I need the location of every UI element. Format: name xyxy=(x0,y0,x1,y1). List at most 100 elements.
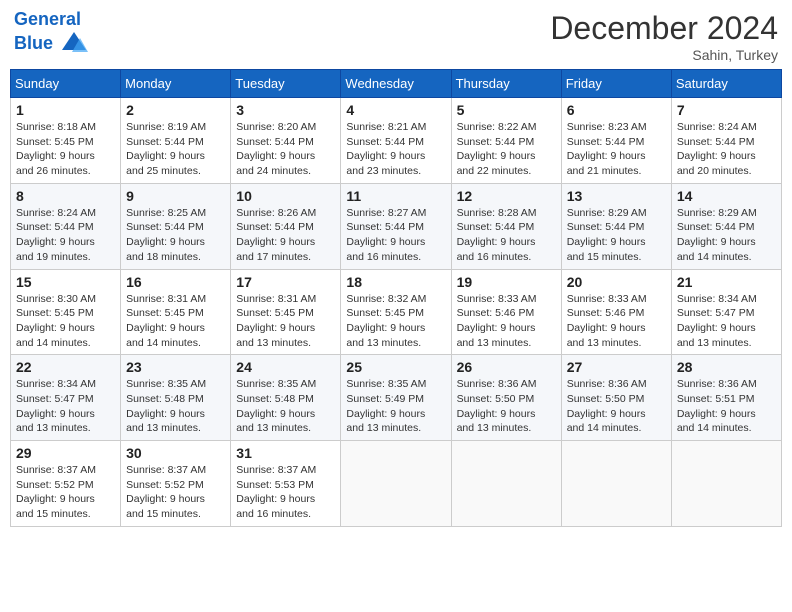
day-info: Sunrise: 8:37 AM Sunset: 5:53 PM Dayligh… xyxy=(236,463,335,522)
day-info: Sunrise: 8:37 AM Sunset: 5:52 PM Dayligh… xyxy=(16,463,115,522)
day-info: Sunrise: 8:23 AM Sunset: 5:44 PM Dayligh… xyxy=(567,120,666,179)
day-number: 17 xyxy=(236,274,335,290)
weekday-header-wednesday: Wednesday xyxy=(341,70,451,98)
day-number: 22 xyxy=(16,359,115,375)
day-number: 31 xyxy=(236,445,335,461)
calendar-cell-14: 14 Sunrise: 8:29 AM Sunset: 5:44 PM Dayli… xyxy=(671,183,781,269)
calendar-cell-17: 17Sunrise: 8:31 AM Sunset: 5:45 PM Dayli… xyxy=(231,269,341,355)
day-number: 26 xyxy=(457,359,556,375)
weekday-header-tuesday: Tuesday xyxy=(231,70,341,98)
day-number: 9 xyxy=(126,188,225,204)
calendar-cell-21: 21Sunrise: 8:34 AM Sunset: 5:47 PM Dayli… xyxy=(671,269,781,355)
calendar-cell-15: 15 Sunrise: 8:30 AM Sunset: 5:45 PM Dayli… xyxy=(11,269,121,355)
day-info: Sunrise: 8:34 AM Sunset: 5:47 PM Dayligh… xyxy=(16,377,115,436)
day-info: Sunrise: 8:26 AM Sunset: 5:44 PM Dayligh… xyxy=(236,206,335,265)
calendar-cell-29: 29 Sunrise: 8:37 AM Sunset: 5:52 PM Dayli… xyxy=(11,441,121,527)
day-info: Sunrise: 8:19 AM Sunset: 5:44 PM Dayligh… xyxy=(126,120,225,179)
calendar-cell-13: 13 Sunrise: 8:29 AM Sunset: 5:44 PM Dayli… xyxy=(561,183,671,269)
calendar-cell-11: 11Sunrise: 8:27 AM Sunset: 5:44 PM Dayli… xyxy=(341,183,451,269)
day-number: 30 xyxy=(126,445,225,461)
header: General Blue December 2024 Sahin, Turkey xyxy=(10,10,782,63)
day-number: 20 xyxy=(567,274,666,290)
day-info: Sunrise: 8:32 AM Sunset: 5:45 PM Dayligh… xyxy=(346,292,445,351)
calendar-cell-1: 1 Sunrise: 8:18 AM Sunset: 5:45 PM Daylig… xyxy=(11,98,121,184)
weekday-header-saturday: Saturday xyxy=(671,70,781,98)
calendar-week-3: 15 Sunrise: 8:30 AM Sunset: 5:45 PM Dayli… xyxy=(11,269,782,355)
weekday-header-sunday: Sunday xyxy=(11,70,121,98)
day-number: 14 xyxy=(677,188,776,204)
day-number: 2 xyxy=(126,102,225,118)
day-info: Sunrise: 8:29 AM Sunset: 5:44 PM Dayligh… xyxy=(677,206,776,265)
month-title: December 2024 xyxy=(550,10,778,47)
day-number: 29 xyxy=(16,445,115,461)
calendar-cell-10: 10 Sunrise: 8:26 AM Sunset: 5:44 PM Dayli… xyxy=(231,183,341,269)
day-number: 5 xyxy=(457,102,556,118)
title-section: December 2024 Sahin, Turkey xyxy=(550,10,778,63)
calendar-cell-9: 9Sunrise: 8:25 AM Sunset: 5:44 PM Daylig… xyxy=(121,183,231,269)
empty-cell xyxy=(341,441,451,527)
day-info: Sunrise: 8:33 AM Sunset: 5:46 PM Dayligh… xyxy=(457,292,556,351)
calendar-week-5: 29 Sunrise: 8:37 AM Sunset: 5:52 PM Dayli… xyxy=(11,441,782,527)
calendar-week-4: 22 Sunrise: 8:34 AM Sunset: 5:47 PM Dayli… xyxy=(11,355,782,441)
day-info: Sunrise: 8:24 AM Sunset: 5:44 PM Dayligh… xyxy=(677,120,776,179)
calendar-cell-4: 4 Sunrise: 8:21 AM Sunset: 5:44 PM Daylig… xyxy=(341,98,451,184)
day-info: Sunrise: 8:30 AM Sunset: 5:45 PM Dayligh… xyxy=(16,292,115,351)
day-number: 4 xyxy=(346,102,445,118)
day-number: 18 xyxy=(346,274,445,290)
day-info: Sunrise: 8:37 AM Sunset: 5:52 PM Dayligh… xyxy=(126,463,225,522)
calendar-cell-26: 26 Sunrise: 8:36 AM Sunset: 5:50 PM Dayli… xyxy=(451,355,561,441)
calendar-cell-2: 2 Sunrise: 8:19 AM Sunset: 5:44 PM Daylig… xyxy=(121,98,231,184)
calendar-cell-28: 28 Sunrise: 8:36 AM Sunset: 5:51 PM Dayli… xyxy=(671,355,781,441)
day-number: 15 xyxy=(16,274,115,290)
day-number: 11 xyxy=(346,188,445,204)
calendar-cell-6: 6 Sunrise: 8:23 AM Sunset: 5:44 PM Daylig… xyxy=(561,98,671,184)
calendar-week-2: 8 Sunrise: 8:24 AM Sunset: 5:44 PM Daylig… xyxy=(11,183,782,269)
day-number: 23 xyxy=(126,359,225,375)
calendar-cell-24: 24Sunrise: 8:35 AM Sunset: 5:48 PM Dayli… xyxy=(231,355,341,441)
day-number: 3 xyxy=(236,102,335,118)
day-number: 7 xyxy=(677,102,776,118)
day-info: Sunrise: 8:22 AM Sunset: 5:44 PM Dayligh… xyxy=(457,120,556,179)
empty-cell xyxy=(671,441,781,527)
weekday-header-thursday: Thursday xyxy=(451,70,561,98)
day-info: Sunrise: 8:29 AM Sunset: 5:44 PM Dayligh… xyxy=(567,206,666,265)
calendar-cell-5: 5 Sunrise: 8:22 AM Sunset: 5:44 PM Daylig… xyxy=(451,98,561,184)
day-number: 13 xyxy=(567,188,666,204)
empty-cell xyxy=(561,441,671,527)
day-number: 27 xyxy=(567,359,666,375)
day-number: 6 xyxy=(567,102,666,118)
weekday-header-friday: Friday xyxy=(561,70,671,98)
day-number: 10 xyxy=(236,188,335,204)
day-info: Sunrise: 8:21 AM Sunset: 5:44 PM Dayligh… xyxy=(346,120,445,179)
weekday-header-monday: Monday xyxy=(121,70,231,98)
day-number: 25 xyxy=(346,359,445,375)
calendar-cell-3: 3 Sunrise: 8:20 AM Sunset: 5:44 PM Daylig… xyxy=(231,98,341,184)
calendar-cell-22: 22 Sunrise: 8:34 AM Sunset: 5:47 PM Dayli… xyxy=(11,355,121,441)
day-number: 28 xyxy=(677,359,776,375)
calendar-cell-19: 19Sunrise: 8:33 AM Sunset: 5:46 PM Dayli… xyxy=(451,269,561,355)
day-info: Sunrise: 8:36 AM Sunset: 5:50 PM Dayligh… xyxy=(457,377,556,436)
day-info: Sunrise: 8:28 AM Sunset: 5:44 PM Dayligh… xyxy=(457,206,556,265)
day-info: Sunrise: 8:36 AM Sunset: 5:51 PM Dayligh… xyxy=(677,377,776,436)
location-subtitle: Sahin, Turkey xyxy=(550,47,778,63)
calendar-cell-30: 30 Sunrise: 8:37 AM Sunset: 5:52 PM Dayli… xyxy=(121,441,231,527)
calendar-cell-31: 31 Sunrise: 8:37 AM Sunset: 5:53 PM Dayli… xyxy=(231,441,341,527)
calendar-cell-7: 7 Sunrise: 8:24 AM Sunset: 5:44 PM Daylig… xyxy=(671,98,781,184)
day-info: Sunrise: 8:20 AM Sunset: 5:44 PM Dayligh… xyxy=(236,120,335,179)
day-number: 8 xyxy=(16,188,115,204)
day-number: 16 xyxy=(126,274,225,290)
calendar-week-1: 1 Sunrise: 8:18 AM Sunset: 5:45 PM Daylig… xyxy=(11,98,782,184)
calendar-cell-27: 27Sunrise: 8:36 AM Sunset: 5:50 PM Dayli… xyxy=(561,355,671,441)
day-info: Sunrise: 8:18 AM Sunset: 5:45 PM Dayligh… xyxy=(16,120,115,179)
day-number: 1 xyxy=(16,102,115,118)
calendar-cell-12: 12Sunrise: 8:28 AM Sunset: 5:44 PM Dayli… xyxy=(451,183,561,269)
calendar-cell-18: 18 Sunrise: 8:32 AM Sunset: 5:45 PM Dayli… xyxy=(341,269,451,355)
logo-text: General xyxy=(14,10,88,30)
calendar-cell-20: 20Sunrise: 8:33 AM Sunset: 5:46 PM Dayli… xyxy=(561,269,671,355)
day-info: Sunrise: 8:24 AM Sunset: 5:44 PM Dayligh… xyxy=(16,206,115,265)
day-info: Sunrise: 8:35 AM Sunset: 5:49 PM Dayligh… xyxy=(346,377,445,436)
calendar-cell-16: 16Sunrise: 8:31 AM Sunset: 5:45 PM Dayli… xyxy=(121,269,231,355)
day-info: Sunrise: 8:35 AM Sunset: 5:48 PM Dayligh… xyxy=(126,377,225,436)
day-number: 24 xyxy=(236,359,335,375)
day-number: 21 xyxy=(677,274,776,290)
